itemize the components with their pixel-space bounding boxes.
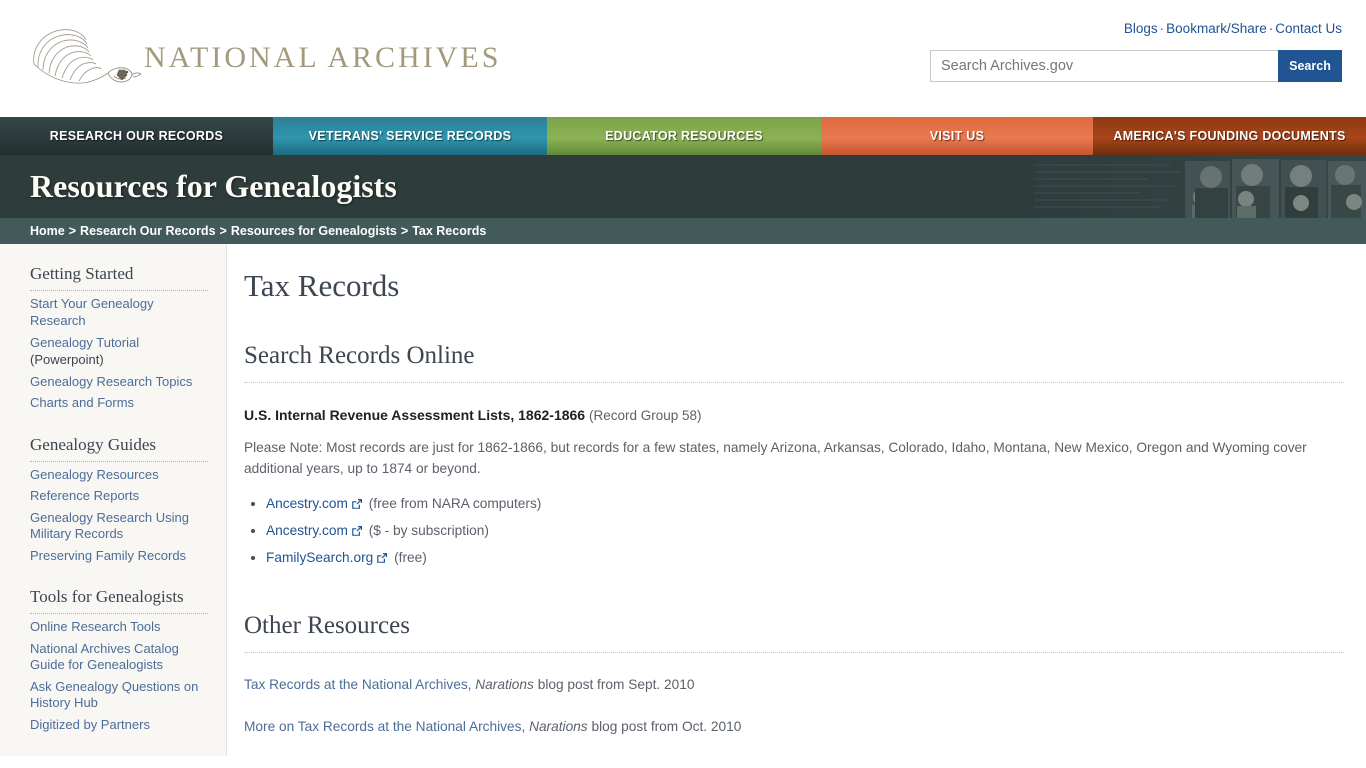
blogs-link[interactable]: Blogs xyxy=(1124,21,1158,36)
external-link-icon xyxy=(351,493,363,518)
online-records-link-list: Ancestry.com (free from NARA computers) … xyxy=(244,491,1344,572)
ancestry-subscription-link[interactable]: Ancestry.com xyxy=(266,523,348,538)
sidebar-item-national-archives-catalog-guide-for-genealogists[interactable]: National Archives Catalog Guide for Gene… xyxy=(30,641,208,674)
record-group: (Record Group 58) xyxy=(588,408,702,423)
eagle-logo-icon xyxy=(33,29,142,84)
sidebar-item-genealogy-tutorial[interactable]: Genealogy Tutorial (Powerpoint) xyxy=(30,334,208,369)
sidebar-heading-genealogy-guides: Genealogy Guides xyxy=(30,435,208,462)
nav-item-visit-us[interactable]: VISIT US xyxy=(821,117,1093,155)
external-link-icon xyxy=(351,520,363,545)
breadcrumb-separator: > xyxy=(219,224,227,238)
ancestry-free-nara-link[interactable]: Ancestry.com xyxy=(266,496,348,511)
list-item: Ancestry.com ($ - by subscription) xyxy=(266,518,1344,545)
site-search: Search xyxy=(930,50,1342,82)
page-banner: Resources for Genealogists xyxy=(0,155,1366,218)
ancestry-subscription-suffix: ($ - by subscription) xyxy=(368,523,489,538)
list-item: FamilySearch.org (free) xyxy=(266,545,1344,572)
sidebar-item-charts-and-forms[interactable]: Charts and Forms xyxy=(30,395,208,412)
util-separator: · xyxy=(1268,21,1274,36)
sidebar-heading-tools-for-genealogists: Tools for Genealogists xyxy=(30,587,208,614)
tax-records-blog-link[interactable]: Tax Records at the National Archives xyxy=(244,677,468,692)
resource-line: Tax Records at the National Archives, Na… xyxy=(244,675,1344,695)
resource-tail: blog post from Sept. 2010 xyxy=(537,677,695,692)
more-tax-records-blog-link[interactable]: More on Tax Records at the National Arch… xyxy=(244,719,521,734)
nav-item-veterans-service-records[interactable]: VETERANS' SERVICE RECORDS xyxy=(273,117,547,155)
util-separator: · xyxy=(1159,21,1165,36)
main-content: Tax Records Search Records Online U.S. I… xyxy=(227,244,1366,756)
page-banner-title: Resources for Genealogists xyxy=(30,168,397,204)
site-header: NATIONAL ARCHIVES Blogs · Bookmark/Share · C… xyxy=(0,0,1366,117)
sidebar-item-start-your-genealogy-research[interactable]: Start Your Genealogy Research xyxy=(30,296,208,329)
page-title: Tax Records xyxy=(244,268,400,303)
record-title: U.S. Internal Revenue Assessment Lists, … xyxy=(244,407,586,423)
resource-line: More on Tax Records at the National Arch… xyxy=(244,717,1344,737)
sidebar-item-digitized-by-partners[interactable]: Digitized by Partners xyxy=(30,717,208,734)
record-title-line: U.S. Internal Revenue Assessment Lists, … xyxy=(244,407,1344,423)
sidebar-group-getting-started: Getting Started Start Your Genealogy Res… xyxy=(30,264,208,412)
sidebar-item-genealogy-tutorial-link[interactable]: Genealogy Tutorial xyxy=(30,335,139,350)
nav-item-educator-resources[interactable]: EDUCATOR RESOURCES xyxy=(547,117,821,155)
nav-item-research-our-records[interactable]: RESEARCH OUR RECORDS xyxy=(0,117,273,155)
sidebar-item-ask-genealogy-questions-on-history-hub[interactable]: Ask Genealogy Questions on History Hub xyxy=(30,679,208,712)
breadcrumb: Home > Research Our Records > Resources … xyxy=(0,218,1366,244)
site-logo[interactable]: NATIONAL ARCHIVES xyxy=(26,20,501,90)
sidebar-item-genealogy-research-using-military-records[interactable]: Genealogy Research Using Military Record… xyxy=(30,510,208,543)
banner-photo-collage xyxy=(1020,155,1366,218)
section-heading-search-records-online: Search Records Online xyxy=(244,342,1344,383)
list-item: Ancestry.com (free from NARA computers) xyxy=(266,491,1344,518)
sidebar-group-genealogy-guides: Genealogy Guides Genealogy Resources Ref… xyxy=(30,435,208,565)
main-navigation: RESEARCH OUR RECORDS VETERANS' SERVICE R… xyxy=(0,117,1366,155)
resource-italic: Narations xyxy=(475,677,534,692)
breadcrumb-item-research-our-records[interactable]: Research Our Records xyxy=(80,224,215,238)
familysearch-suffix: (free) xyxy=(394,550,427,565)
sidebar-item-genealogy-tutorial-note: (Powerpoint) xyxy=(30,352,104,367)
sidebar-item-genealogy-resources[interactable]: Genealogy Resources xyxy=(30,467,208,484)
sidebar-item-online-research-tools[interactable]: Online Research Tools xyxy=(30,619,208,636)
logo-text: NATIONAL ARCHIVES xyxy=(144,41,502,74)
breadcrumb-separator: > xyxy=(400,224,409,238)
search-button[interactable]: Search xyxy=(1278,50,1342,82)
resource-tail: blog post from Oct. 2010 xyxy=(591,719,742,734)
sidebar-group-tools-for-genealogists: Tools for Genealogists Online Research T… xyxy=(30,587,208,733)
breadcrumb-separator: > xyxy=(68,224,77,238)
page-body: Getting Started Start Your Genealogy Res… xyxy=(0,244,1366,756)
familysearch-link[interactable]: FamilySearch.org xyxy=(266,550,373,565)
sidebar-item-preserving-family-records[interactable]: Preserving Family Records xyxy=(30,548,208,565)
sidebar-item-reference-reports[interactable]: Reference Reports xyxy=(30,488,208,505)
resource-comma: , xyxy=(521,719,526,734)
sidebar: Getting Started Start Your Genealogy Res… xyxy=(0,244,227,756)
nav-item-americas-founding-documents[interactable]: AMERICA'S FOUNDING DOCUMENTS xyxy=(1093,117,1366,155)
utility-links: Blogs · Bookmark/Share · Contact Us xyxy=(1124,21,1342,36)
breadcrumb-item-tax-records: Tax Records xyxy=(412,224,487,238)
breadcrumb-item-home[interactable]: Home xyxy=(30,224,65,238)
breadcrumb-item-resources-for-genealogists[interactable]: Resources for Genealogists xyxy=(231,224,397,238)
external-link-icon xyxy=(376,547,388,572)
contact-us-link[interactable]: Contact Us xyxy=(1275,21,1342,36)
resource-comma: , xyxy=(467,677,472,692)
sidebar-item-genealogy-research-topics[interactable]: Genealogy Research Topics xyxy=(30,374,208,391)
search-input[interactable] xyxy=(930,50,1278,82)
record-note: Please Note: Most records are just for 1… xyxy=(244,440,1307,476)
resource-italic: Narations xyxy=(529,719,588,734)
ancestry-free-nara-suffix: (free from NARA computers) xyxy=(368,496,542,511)
sidebar-heading-getting-started: Getting Started xyxy=(30,264,208,291)
bookmark-share-link[interactable]: Bookmark/Share xyxy=(1166,21,1267,36)
section-heading-other-resources: Other Resources xyxy=(244,612,1344,653)
